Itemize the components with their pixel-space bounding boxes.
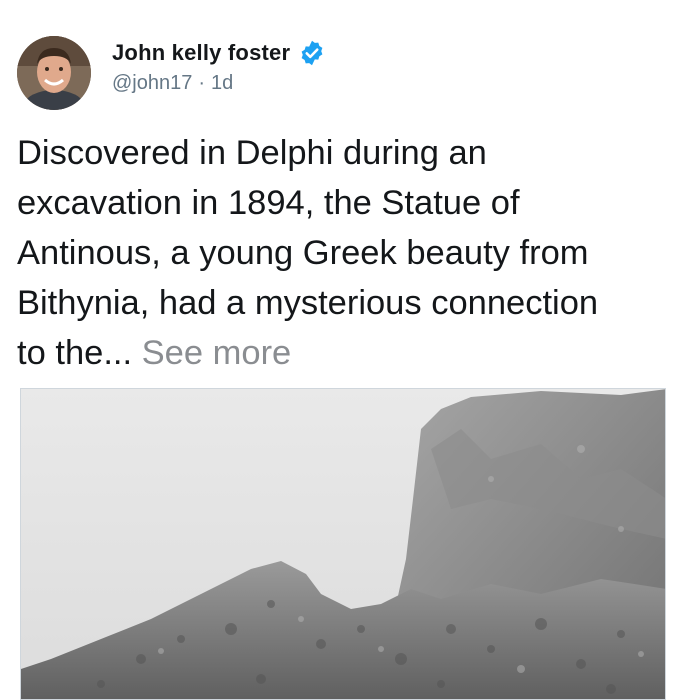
timestamp[interactable]: 1d	[211, 72, 233, 95]
author-handle[interactable]: @john17	[112, 72, 192, 95]
verified-badge-icon	[298, 39, 326, 67]
author-name-row[interactable]: John kelly foster	[112, 39, 326, 67]
author-meta: @john17 · 1d	[112, 72, 233, 95]
tweet-text: Discovered in Delphi during an excavatio…	[17, 128, 687, 378]
tweet-text-line: to the...	[17, 334, 142, 372]
tweet-text-last-line: to the... See more	[17, 328, 687, 378]
see-more-link[interactable]: See more	[142, 334, 292, 372]
tweet-text-line: Antinous, a young Greek beauty from	[17, 234, 589, 272]
tweet-photo[interactable]	[20, 388, 666, 700]
avatar[interactable]	[17, 36, 91, 110]
meta-separator: ·	[198, 72, 206, 94]
tweet-text-line: Bithynia, had a mysterious connection	[17, 284, 599, 322]
tweet-card: John kelly foster @john17 · 1d Discovere…	[0, 0, 700, 700]
tweet-text-line: excavation in 1894, the Statue of	[17, 184, 520, 222]
tweet-text-line: Discovered in Delphi during an	[17, 134, 487, 172]
author-name[interactable]: John kelly foster	[112, 40, 290, 66]
